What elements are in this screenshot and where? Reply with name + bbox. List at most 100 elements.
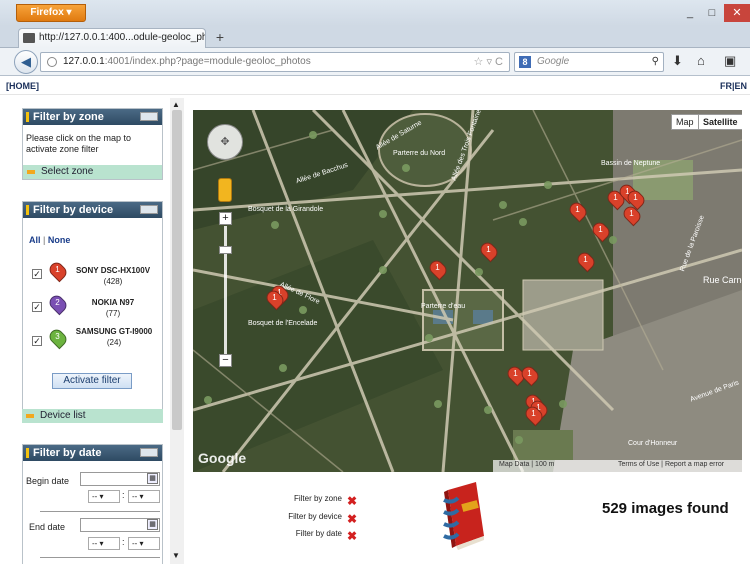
select-all-none: All | None [29, 235, 70, 245]
begin-hour-select[interactable]: -- ▾ [88, 490, 120, 503]
device-name: SONY DSC-HX100V [75, 266, 151, 275]
map-terms[interactable]: Terms of Use | Report a map error [618, 461, 724, 468]
remove-device-filter-icon[interactable]: ✖ [347, 513, 357, 525]
report-book-icon[interactable] [440, 478, 488, 550]
calendar-icon[interactable]: ▦ [147, 473, 158, 484]
search-placeholder: Google [537, 56, 570, 67]
street-view-pegman-icon[interactable] [218, 178, 232, 202]
map-label: Parterre du Nord [393, 150, 446, 157]
summary-zone-label: Filter by zone [293, 494, 342, 503]
tab-geoloc-photos[interactable]: http://127.0.0.1:400...odule-geoloc_phot… [18, 28, 206, 48]
map-label: Parterre d'eau [421, 303, 466, 310]
map-type-satellite-button[interactable]: Satellite [698, 114, 742, 130]
device-panel-header: Filter by device [23, 202, 162, 218]
close-window-icon[interactable]: ✕ [724, 4, 750, 22]
device-nokia: NOKIA N97 (77) [73, 297, 153, 319]
back-arrow-icon: ◀ [21, 54, 31, 69]
tab-bar: http://127.0.0.1:400...odule-geoloc_phot… [0, 26, 750, 48]
remove-zone-filter-icon[interactable]: ✖ [347, 495, 357, 507]
bookmark-star-icon[interactable]: ☆ ▿ C [474, 53, 503, 71]
begin-time-sep: : [122, 490, 125, 500]
maximize-icon[interactable]: □ [702, 6, 722, 20]
back-button[interactable]: ◀ [14, 50, 38, 74]
scrollbar-thumb[interactable] [172, 110, 182, 430]
url-bar[interactable]: 127.0.0.1:4001/index.php?page=module-geo… [40, 52, 510, 72]
zone-instruction: Please click on the map to activate zone… [26, 133, 132, 154]
end-hour-value: -- [92, 539, 98, 548]
device-name: SAMSUNG GT-I9000 [75, 327, 153, 336]
begin-date-label: Begin date [26, 476, 70, 486]
begin-minute-select[interactable]: -- ▾ [128, 490, 160, 503]
device-name: NOKIA N97 [91, 298, 135, 307]
summary-device-label: Filter by device [288, 512, 342, 521]
end-minute-value: -- [132, 539, 138, 548]
zone-panel-title: Filter by zone [33, 111, 104, 123]
begin-hour-value: -- [92, 492, 98, 501]
toolbar-menu-icon[interactable]: ▣ [724, 53, 736, 69]
calendar-icon[interactable]: ▦ [147, 519, 158, 530]
zone-panel-header: Filter by zone [23, 109, 162, 125]
select-separator: | [43, 235, 46, 245]
google-search-icon: 8 [519, 56, 531, 68]
end-date-label: End date [29, 522, 66, 532]
device-samsung: SAMSUNG GT-I9000 (24) [75, 326, 153, 348]
map-label: Cour d'Honneur [628, 440, 678, 447]
scroll-up-icon[interactable]: ▲ [172, 100, 180, 109]
zoom-out-button[interactable]: − [219, 354, 232, 367]
map-label: Bosquet de l'Encelade [248, 320, 318, 327]
select-all-link[interactable]: All [29, 235, 41, 245]
divider [40, 511, 160, 512]
device-count: (428) [103, 277, 123, 286]
scroll-down-icon[interactable]: ▼ [172, 551, 180, 560]
end-hour-select[interactable]: -- ▾ [88, 537, 120, 550]
navigation-toolbar: ◀ 127.0.0.1:4001/index.php?page=module-g… [0, 48, 750, 76]
remove-date-filter-icon[interactable]: ✖ [347, 530, 357, 542]
date-panel-header: Filter by date [23, 445, 162, 461]
device-count: (24) [106, 338, 122, 347]
map-data-attribution[interactable]: Map Data | 100 m [499, 461, 555, 468]
end-minute-select[interactable]: -- ▾ [128, 537, 160, 550]
map-label: Rue Carnot [703, 275, 742, 285]
device-list-link[interactable]: Device list [22, 409, 163, 423]
end-time-sep: : [122, 537, 125, 547]
google-logo: Google [198, 450, 247, 466]
satellite-map[interactable]: Bosquet de la Girandole Allée de Bacchus… [193, 110, 742, 472]
zoom-slider-handle[interactable] [219, 246, 232, 254]
collapse-toggle-icon[interactable] [140, 112, 158, 121]
activate-filter-button[interactable]: Activate filter [52, 373, 132, 389]
page-header: [HOME] FR|EN [0, 77, 750, 95]
date-panel-title: Filter by date [33, 447, 102, 459]
select-zone-label: Select zone [41, 166, 94, 177]
collapse-toggle-icon[interactable] [140, 205, 158, 214]
select-none-link[interactable]: None [48, 235, 71, 245]
language-switch[interactable]: FR|EN [720, 77, 747, 95]
search-input[interactable]: 8 Google ⚲ [514, 52, 664, 72]
begin-minute-value: -- [132, 492, 138, 501]
map-type-map-button[interactable]: Map [671, 114, 699, 130]
divider [40, 557, 160, 558]
download-icon[interactable]: ⬇ [672, 53, 683, 69]
page-icon [23, 33, 35, 43]
search-magnifier-icon[interactable]: ⚲ [652, 53, 659, 71]
firefox-menu-button[interactable]: Firefox ▾ [16, 4, 86, 22]
browser-titlebar [0, 0, 750, 26]
url-path: :4001/index.php?page=module-geoloc_photo… [104, 56, 311, 67]
device-list-label: Device list [40, 410, 86, 421]
select-zone-link[interactable]: Select zone [23, 165, 162, 179]
device-panel-title: Filter by device [33, 204, 114, 216]
images-found-count: 529 images found [602, 500, 729, 517]
map-label: Bassin de Neptune [601, 160, 661, 167]
url-host: 127.0.0.1 [63, 56, 105, 67]
home-icon[interactable]: ⌂ [697, 53, 705, 68]
device-checkbox-nokia[interactable]: ✓ [32, 302, 42, 312]
device-checkbox-samsung[interactable]: ✓ [32, 336, 42, 346]
home-link[interactable]: [HOME] [6, 77, 39, 95]
minimize-icon[interactable]: _ [680, 6, 700, 20]
device-checkbox-sony[interactable]: ✓ [32, 269, 42, 279]
new-tab-button[interactable]: + [210, 29, 230, 47]
map-label: Bosquet de la Girandole [248, 206, 324, 213]
zoom-in-button[interactable]: + [219, 212, 232, 225]
pan-control-icon[interactable]: ✥ [207, 124, 243, 160]
collapse-toggle-icon[interactable] [140, 448, 158, 457]
device-sony: SONY DSC-HX100V (428) [73, 265, 153, 287]
